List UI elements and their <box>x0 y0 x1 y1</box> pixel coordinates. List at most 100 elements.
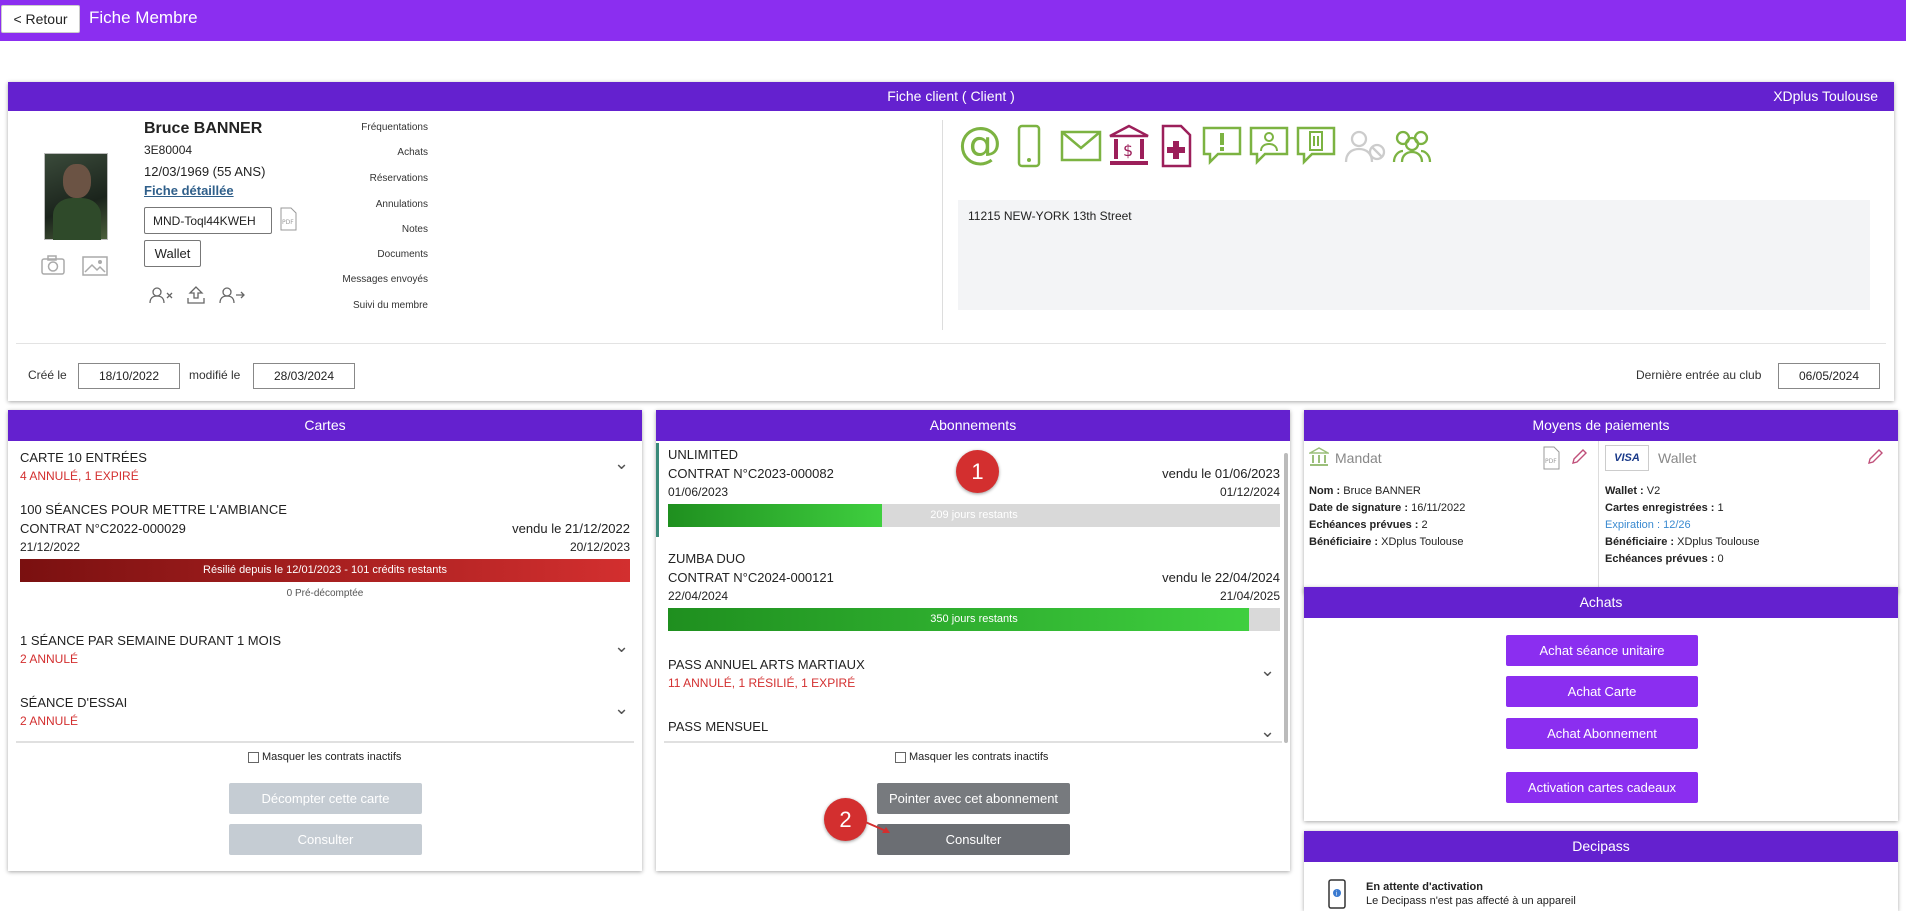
contact-icons: @ $ <box>958 118 1438 169</box>
user-message-icon[interactable] <box>1249 126 1289 166</box>
abonnement-title: PASS MENSUEL <box>668 719 769 734</box>
last-entry-date-field[interactable]: 06/05/2024 <box>1778 363 1880 389</box>
club-name: XDplus Toulouse <box>1773 88 1878 104</box>
edit-icon[interactable] <box>1866 448 1884 466</box>
chevron-down-icon[interactable]: ⌄ <box>1260 721 1275 739</box>
scrollbar[interactable] <box>1284 453 1288 743</box>
user-remove-icon[interactable] <box>148 286 174 304</box>
abonnement-end-date: 21/04/2025 <box>1219 589 1280 603</box>
member-name: Bruce BANNER <box>144 120 263 137</box>
back-button[interactable]: < Retour <box>1 5 80 33</box>
bank-icon[interactable]: $ <box>1108 124 1150 168</box>
abonnement-item-3[interactable]: PASS ANNUEL ARTS MARTIAUX 11 ANNULÉ, 1 R… <box>656 653 1280 708</box>
checkbox[interactable] <box>895 751 906 763</box>
envelope-icon[interactable] <box>1060 130 1102 162</box>
mobile-icon: i <box>1328 879 1346 909</box>
user-disabled-icon[interactable] <box>1344 130 1386 164</box>
detail-link[interactable]: Fiche détaillée <box>144 183 234 198</box>
achats-header: Achats <box>1304 587 1898 618</box>
chevron-down-icon[interactable]: ⌄ <box>614 453 629 474</box>
abonnement-start-date: 01/06/2023 <box>668 485 729 499</box>
decompter-carte-button[interactable]: Décompter cette carte <box>229 783 422 814</box>
hide-inactive-label: Masquer les contrats inactifs <box>909 751 1049 763</box>
consulter-carte-button[interactable]: Consulter <box>229 824 422 855</box>
mandat-nom: Nom : Bruce BANNER <box>1309 485 1421 497</box>
modified-date-field[interactable]: 28/03/2024 <box>253 363 355 389</box>
mandat-card: Mandat PDF Nom : Bruce BANNER Date de si… <box>1304 441 1599 591</box>
hide-inactive-toggle[interactable]: Masquer les contrats inactifs <box>248 751 401 763</box>
mandate-id-field[interactable]: MND-Toql44KWEH <box>144 207 272 234</box>
svg-text:$: $ <box>1123 141 1133 160</box>
list-divider <box>16 741 634 743</box>
address-text: 11215 NEW-YORK 13th Street <box>968 209 1132 223</box>
achat-seance-button[interactable]: Achat séance unitaire <box>1506 635 1698 666</box>
chevron-down-icon[interactable]: ⌄ <box>1260 660 1275 681</box>
activation-cadeaux-button[interactable]: Activation cartes cadeaux <box>1506 772 1698 803</box>
progress-text: 350 jours restants <box>930 613 1018 625</box>
modified-label: modifié le <box>189 368 241 382</box>
hide-inactive-label: Masquer les contrats inactifs <box>262 751 402 763</box>
carte-item-2[interactable]: 100 SÉANCES POUR METTRE L'AMBIANCE CONTR… <box>8 502 642 612</box>
carte-status: 4 ANNULÉ, 1 EXPIRÉ <box>20 469 139 483</box>
abonnement-sold-date: vendu le 01/06/2023 <box>1162 466 1280 481</box>
abonnements-panel: Abonnements UNLIMITED CONTRAT N°C2023-00… <box>656 410 1290 871</box>
carte-item-4[interactable]: SÉANCE D'ESSAI 2 ANNULÉ ⌄ <box>8 686 642 741</box>
carte-sold-date: vendu le 21/12/2022 <box>512 521 630 536</box>
carte-item-1[interactable]: CARTE 10 ENTRÉES 4 ANNULÉ, 1 EXPIRÉ ⌄ <box>8 441 642 501</box>
chevron-down-icon[interactable]: ⌄ <box>614 698 629 719</box>
consulter-abonnement-button[interactable]: Consulter <box>877 824 1070 855</box>
created-date-field[interactable]: 18/10/2022 <box>78 363 180 389</box>
abonnement-title: UNLIMITED <box>668 447 739 462</box>
menu-frequentations[interactable]: Fréquentations <box>308 122 428 133</box>
building-message-icon[interactable] <box>1296 126 1336 166</box>
carte-title: 100 SÉANCES POUR METTRE L'AMBIANCE <box>20 502 287 517</box>
abonnement-sold-date: vendu le 22/04/2024 <box>1162 570 1280 585</box>
hide-inactive-toggle[interactable]: Masquer les contrats inactifs <box>895 751 1048 763</box>
checkbox[interactable] <box>248 751 259 763</box>
carte-item-3[interactable]: 1 SÉANCE PAR SEMAINE DURANT 1 MOIS 2 ANN… <box>8 624 642 679</box>
at-icon[interactable]: @ <box>958 118 1002 169</box>
achat-abonnement-button[interactable]: Achat Abonnement <box>1506 718 1698 749</box>
annotation-marker-2: 2 <box>824 798 867 841</box>
menu-achats[interactable]: Achats <box>308 147 428 158</box>
menu-notes[interactable]: Notes <box>308 224 428 235</box>
achat-carte-button[interactable]: Achat Carte <box>1506 676 1698 707</box>
svg-text:PDF: PDF <box>282 219 294 226</box>
wallet-beneficiaire: Bénéficiaire : XDplus Toulouse <box>1605 536 1760 548</box>
top-bar <box>0 0 1906 41</box>
abonnement-item-2[interactable]: ZUMBA DUO CONTRAT N°C2024-000121 vendu l… <box>656 547 1280 641</box>
wallet-button[interactable]: Wallet <box>144 240 201 267</box>
menu-suivi[interactable]: Suivi du membre <box>308 300 428 311</box>
user-transfer-icon[interactable] <box>218 286 246 304</box>
camera-icon[interactable] <box>40 254 66 276</box>
menu-documents[interactable]: Documents <box>308 249 428 260</box>
menu-annulations[interactable]: Annulations <box>308 199 428 210</box>
carte-end-date: 20/12/2023 <box>569 540 630 554</box>
menu-reservations[interactable]: Réservations <box>308 173 428 184</box>
client-panel: Fiche client ( Client ) XDplus Toulouse … <box>8 82 1894 401</box>
abonnement-title: ZUMBA DUO <box>668 551 746 566</box>
carte-title: SÉANCE D'ESSAI <box>20 695 128 710</box>
carte-contract: CONTRAT N°C2022-000029 <box>20 521 186 536</box>
alert-message-icon[interactable] <box>1202 126 1242 166</box>
decipass-description: Le Decipass n'est pas affecté à un appar… <box>1366 895 1576 907</box>
paiements-header: Moyens de paiements <box>1304 410 1898 441</box>
upload-icon[interactable] <box>185 285 207 305</box>
mandat-title: Mandat <box>1335 450 1382 466</box>
group-icon[interactable] <box>1390 128 1434 164</box>
abonnement-item-4[interactable]: PASS MENSUEL ⌄ <box>656 715 1280 739</box>
decipass-header: Decipass <box>1304 831 1898 862</box>
pointer-abonnement-button[interactable]: Pointer avec cet abonnement <box>877 783 1070 814</box>
pdf-icon[interactable]: PDF <box>279 207 297 231</box>
pdf-icon[interactable]: PDF <box>1542 446 1560 470</box>
medical-document-icon[interactable] <box>1160 124 1192 168</box>
achats-panel: Achats Achat séance unitaire Achat Carte… <box>1304 587 1898 821</box>
chevron-down-icon[interactable]: ⌄ <box>614 636 629 657</box>
bank-icon <box>1309 447 1329 466</box>
cartes-header: Cartes <box>8 410 642 441</box>
edit-icon[interactable] <box>1570 448 1588 466</box>
image-icon[interactable] <box>82 256 108 276</box>
wallet-echeances: Echéances prévues : 0 <box>1605 553 1724 565</box>
phone-icon[interactable] <box>1016 124 1042 168</box>
menu-messages[interactable]: Messages envoyés <box>308 274 428 285</box>
